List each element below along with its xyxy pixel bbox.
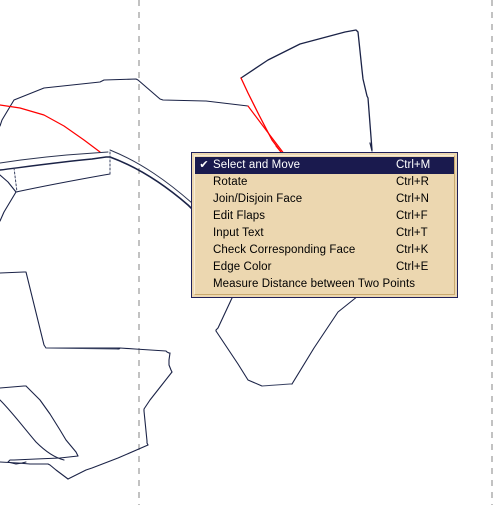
menu-item-join-disjoin-face[interactable]: ✔ Join/Disjoin Face Ctrl+N xyxy=(195,191,454,208)
menu-item-edge-color[interactable]: ✔ Edge Color Ctrl+E xyxy=(195,259,454,276)
menu-item-label: Check Corresponding Face xyxy=(213,244,356,256)
menu-item-label: Rotate xyxy=(213,176,248,188)
checkmark-icon: ✔ xyxy=(199,159,209,171)
menu-item-input-text[interactable]: ✔ Input Text Ctrl+T xyxy=(195,225,454,242)
menu-item-label: Select and Move xyxy=(213,159,301,171)
menu-item-rotate[interactable]: ✔ Rotate Ctrl+R xyxy=(195,174,454,191)
menu-item-shortcut: Ctrl+K xyxy=(396,244,429,256)
menu-item-measure-distance-between-two-points[interactable]: ✔ Measure Distance between Two Points xyxy=(195,276,454,293)
menu-item-edit-flaps[interactable]: ✔ Edit Flaps Ctrl+F xyxy=(195,208,454,225)
menu-item-shortcut: Ctrl+E xyxy=(396,261,429,273)
checkmark-icon-placeholder: ✔ xyxy=(195,259,213,276)
menu-item-shortcut: Ctrl+M xyxy=(396,159,431,171)
menu-item-label: Join/Disjoin Face xyxy=(213,193,303,205)
menu-item-shortcut: Ctrl+N xyxy=(396,193,429,205)
checkmark-icon-placeholder: ✔ xyxy=(195,208,213,225)
context-menu-inner: ✔ Select and Move Ctrl+M ✔ Rotate Ctrl+R… xyxy=(194,155,455,295)
application-window: ✔ Select and Move Ctrl+M ✔ Rotate Ctrl+R… xyxy=(0,0,503,505)
menu-item-label: Measure Distance between Two Points xyxy=(213,278,416,290)
menu-item-label: Input Text xyxy=(213,227,264,239)
edit-mode-context-menu[interactable]: ✔ Select and Move Ctrl+M ✔ Rotate Ctrl+R… xyxy=(191,152,458,298)
menu-item-label: Edge Color xyxy=(213,261,272,273)
menu-item-shortcut: Ctrl+R xyxy=(396,176,429,188)
checkmark-icon-placeholder: ✔ xyxy=(195,276,213,293)
menu-item-shortcut: Ctrl+F xyxy=(396,210,428,222)
checkmark-icon-placeholder: ✔ xyxy=(195,225,213,242)
menu-item-check-corresponding-face[interactable]: ✔ Check Corresponding Face Ctrl+K xyxy=(195,242,454,259)
checkmark-icon-placeholder: ✔ xyxy=(195,174,213,191)
menu-item-select-and-move[interactable]: ✔ Select and Move Ctrl+M xyxy=(195,157,454,174)
menu-item-shortcut: Ctrl+T xyxy=(396,227,428,239)
checkmark-icon-placeholder: ✔ xyxy=(195,242,213,259)
checkmark-icon-placeholder: ✔ xyxy=(195,191,213,208)
menu-item-label: Edit Flaps xyxy=(213,210,266,222)
